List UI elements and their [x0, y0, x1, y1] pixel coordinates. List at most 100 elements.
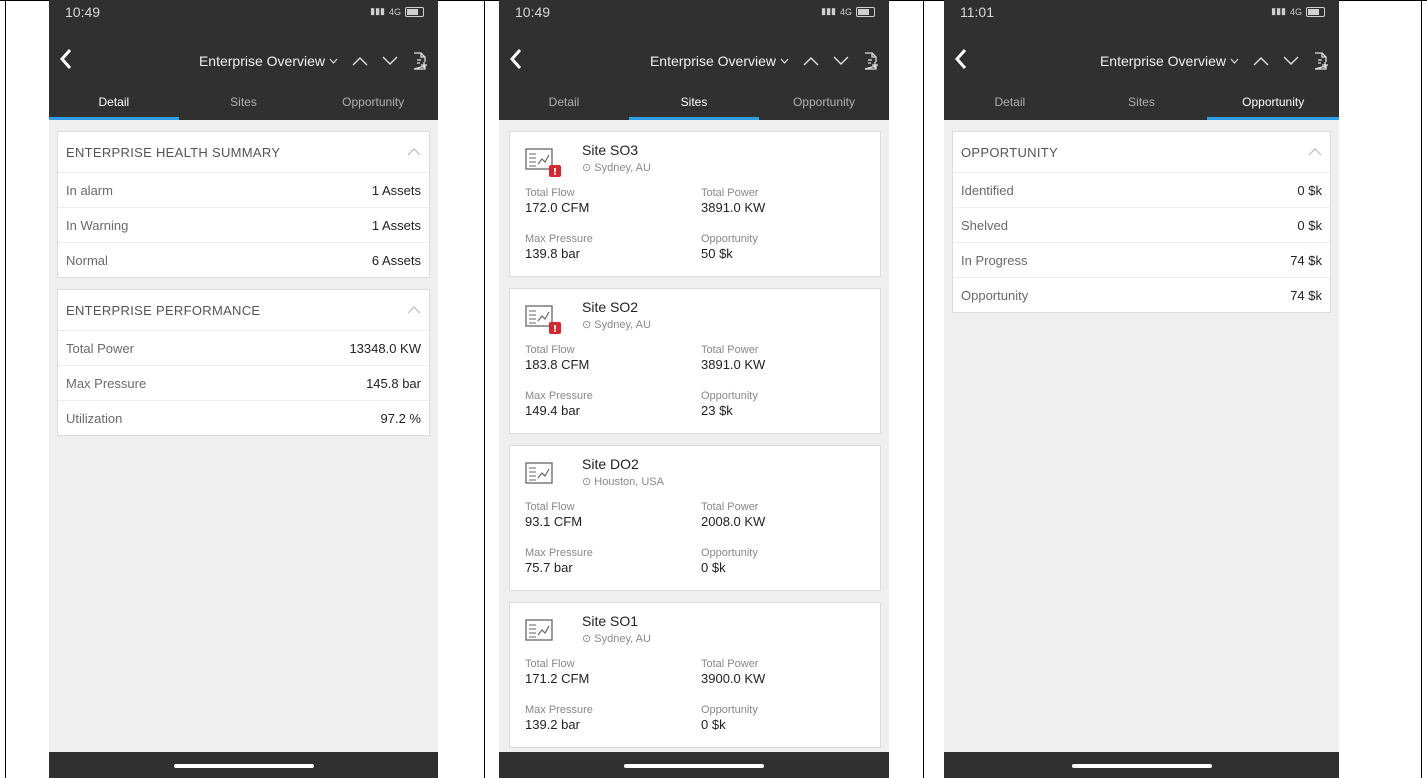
row-value: 13348.0 KW — [349, 340, 421, 356]
metric-total-flow: Total Flow 172.0 CFM — [525, 187, 589, 215]
export-button[interactable] — [863, 52, 879, 70]
row-label: In Progress — [961, 252, 1028, 268]
svg-text:!: ! — [553, 167, 558, 177]
row-value: 97.2 % — [380, 410, 421, 426]
chevron-left-icon — [509, 49, 522, 69]
card-header[interactable]: ENTERPRISE PERFORMANCE — [58, 290, 429, 331]
chevron-up-icon[interactable] — [407, 148, 421, 156]
tab-opportunity[interactable]: Opportunity — [759, 88, 889, 120]
enterprise-dropdown[interactable]: Enterprise Overview — [1100, 53, 1239, 69]
home-indicator[interactable] — [173, 764, 314, 768]
status-time: 10:49 — [515, 4, 551, 20]
site-name: Site SO1 — [582, 613, 639, 629]
site-card[interactable]: ! Site SO2 ⊙ Sydney, AU Total Flow 183.8 … — [509, 288, 881, 434]
home-indicator[interactable] — [624, 764, 764, 768]
metric-max-pressure: Max Pressure 139.8 bar — [525, 233, 593, 261]
tab-bar: Detail Sites Opportunity — [944, 88, 1339, 120]
network-label: 4G — [1289, 6, 1302, 17]
signal-icon: ▮▮▮ — [1271, 6, 1286, 16]
home-indicator[interactable] — [1071, 764, 1212, 768]
next-button[interactable] — [833, 56, 849, 66]
tab-sites[interactable]: Sites — [629, 88, 759, 120]
enterprise-dropdown[interactable]: Enterprise Overview — [199, 53, 338, 69]
metric-total-power: Total Power 3900.0 KW — [701, 658, 765, 686]
chevron-down-icon — [780, 58, 789, 64]
tab-detail[interactable]: Detail — [499, 88, 629, 120]
row-value: 74 $k — [1290, 287, 1322, 303]
list-item: Shelved 0 $k — [953, 208, 1330, 243]
row-value: 0 $k — [1297, 182, 1322, 198]
row-label: Normal — [66, 252, 108, 268]
metric-total-power: Total Power 3891.0 KW — [701, 344, 765, 372]
previous-button[interactable] — [1253, 56, 1269, 66]
export-button[interactable] — [412, 52, 428, 70]
next-button[interactable] — [1283, 56, 1299, 66]
site-card[interactable]: Site DO2 ⊙ Houston, USA Total Flow 93.1 C… — [509, 445, 881, 591]
status-icons: ▮▮▮ 4G — [821, 6, 875, 17]
next-button[interactable] — [382, 56, 398, 66]
tab-detail[interactable]: Detail — [944, 88, 1076, 120]
chevron-up-icon — [352, 57, 368, 66]
enterprise-dropdown[interactable]: Enterprise Overview — [650, 53, 789, 69]
site-card[interactable]: Site SO1 ⊙ Sydney, AU Total Flow 171.2 CF… — [509, 602, 881, 748]
frame-line — [1421, 0, 1422, 778]
home-indicator-bar — [944, 752, 1339, 778]
metric-label: Total Power — [701, 501, 759, 513]
metric-value: 0 $k — [701, 560, 726, 575]
row-label: Shelved — [961, 217, 1008, 233]
status-icons: ▮▮▮ 4G — [370, 6, 424, 17]
chevron-down-icon — [1283, 56, 1299, 65]
back-button[interactable] — [59, 48, 73, 75]
metric-opportunity: Opportunity 50 $k — [701, 233, 758, 261]
chevron-down-icon — [329, 58, 338, 64]
location-pin-icon: ⊙ — [582, 476, 595, 488]
chevron-up-icon[interactable] — [1308, 148, 1322, 156]
site-card[interactable]: ! Site SO3 ⊙ Sydney, AU Total Flow 172.0 … — [509, 131, 881, 277]
metric-max-pressure: Max Pressure 149.4 bar — [525, 390, 593, 418]
previous-button[interactable] — [352, 56, 368, 66]
card-header[interactable]: ENTERPRISE HEALTH SUMMARY — [58, 132, 429, 173]
list-item: Max Pressure 145.8 bar — [58, 366, 429, 401]
metric-value: 139.2 bar — [525, 717, 580, 732]
metric-label: Max Pressure — [525, 390, 593, 402]
metric-value: 3891.0 KW — [701, 357, 766, 372]
page-title: Enterprise Overview — [1099, 53, 1226, 69]
back-button[interactable] — [509, 48, 523, 75]
metric-label: Opportunity — [701, 233, 758, 245]
site-location-text: Sydney, AU — [594, 162, 651, 174]
metric-value: 183.8 CFM — [525, 357, 590, 372]
battery-icon — [1306, 6, 1325, 17]
list-item: Total Power 13348.0 KW — [58, 331, 429, 366]
tab-detail[interactable]: Detail — [49, 88, 179, 120]
app-header: 10:49 ▮▮▮ 4G Enterprise Overview Detail … — [49, 0, 438, 120]
previous-button[interactable] — [803, 56, 819, 66]
metric-value: 3900.0 KW — [701, 671, 766, 686]
tab-sites[interactable]: Sites — [179, 88, 309, 120]
metric-label: Opportunity — [701, 390, 758, 402]
site-chart-icon — [525, 618, 555, 653]
export-document-icon — [413, 52, 427, 70]
chevron-up-icon[interactable] — [407, 306, 421, 314]
row-value: 0 $k — [1297, 217, 1322, 233]
metric-total-flow: Total Flow 183.8 CFM — [525, 344, 589, 372]
row-value: 1 Assets — [371, 217, 421, 233]
site-name: Site SO2 — [582, 299, 639, 315]
tab-opportunity[interactable]: Opportunity — [308, 88, 438, 120]
status-icons: ▮▮▮ 4G — [1271, 6, 1325, 17]
metric-max-pressure: Max Pressure 75.7 bar — [525, 547, 593, 575]
tab-bar: Detail Sites Opportunity — [49, 88, 438, 120]
row-value: 145.8 bar — [366, 375, 421, 391]
tab-opportunity[interactable]: Opportunity — [1207, 88, 1339, 120]
home-indicator-bar — [499, 752, 889, 778]
page-title: Enterprise Overview — [649, 53, 776, 69]
tab-sites[interactable]: Sites — [1076, 88, 1208, 120]
export-button[interactable] — [1313, 52, 1329, 70]
metric-max-pressure: Max Pressure 139.2 bar — [525, 704, 593, 732]
back-button[interactable] — [954, 48, 968, 75]
health-summary-card: ENTERPRISE HEALTH SUMMARY In alarm 1 Asse… — [57, 131, 430, 278]
site-location: ⊙ Sydney, AU — [582, 161, 651, 174]
list-item: In alarm 1 Assets — [58, 173, 429, 208]
metric-label: Max Pressure — [525, 233, 593, 245]
phone-screen-sites: 10:49 ▮▮▮ 4G Enterprise Overview Detail … — [499, 0, 889, 778]
card-header[interactable]: OPPORTUNITY — [953, 132, 1330, 173]
